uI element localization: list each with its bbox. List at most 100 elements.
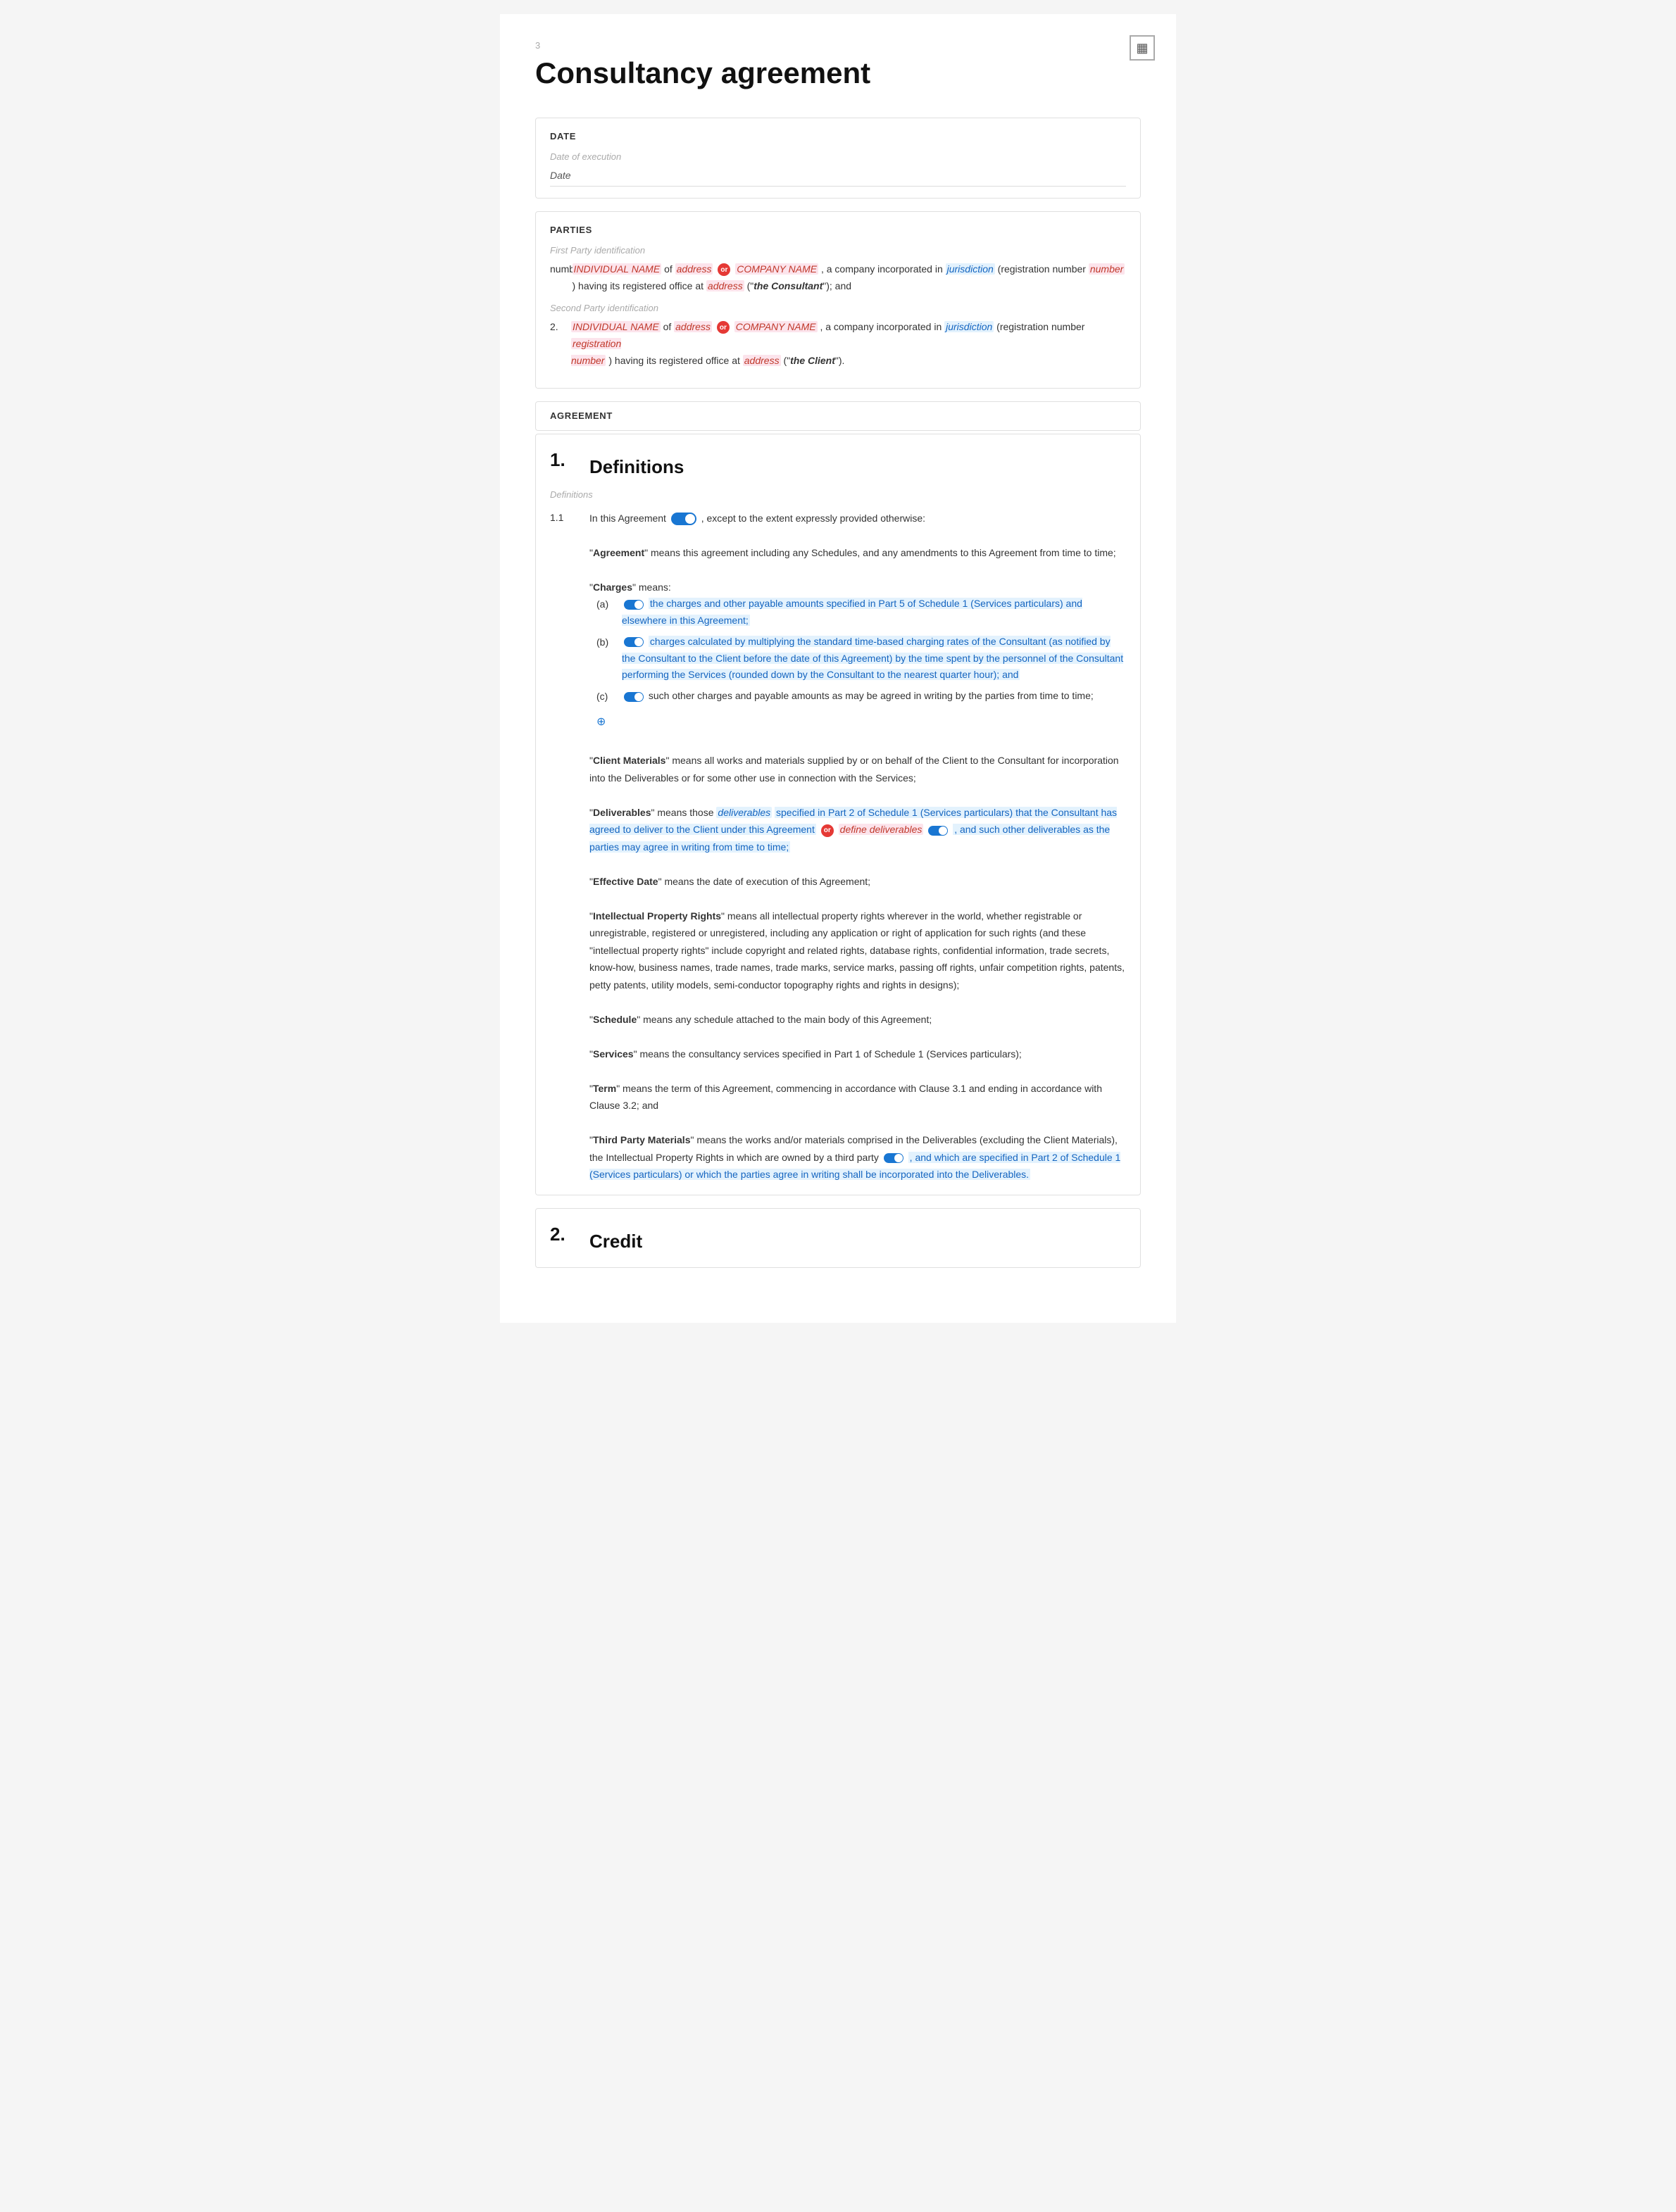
schedule-def: "Schedule" means any schedule attached t…	[589, 1014, 932, 1025]
charge-b: (b) charges calculated by multiplying th…	[596, 634, 1126, 684]
ipr-def: "Intellectual Property Rights" means all…	[589, 910, 1125, 991]
party2-company-text: , a company incorporated in	[820, 321, 944, 332]
charge-c-text: such other charges and payable amounts a…	[649, 690, 1094, 701]
client-materials-label: Client Materials	[593, 755, 665, 766]
party1-jurisdiction: jurisdiction	[946, 263, 995, 275]
section-1-number: 1.	[550, 446, 575, 475]
party1-consultant-text: ("the Consultant"); and	[747, 280, 851, 291]
services-text: means the consultancy services specified…	[639, 1048, 1021, 1060]
party2-having-text: ) having its registered office at	[608, 355, 742, 366]
toggle-charge-b[interactable]	[624, 637, 644, 647]
ipr-text: means all intellectual property rights w…	[589, 910, 1125, 991]
client-materials-def: "Client Materials" means all works and m…	[589, 755, 1119, 784]
agreement-label: AGREEMENT	[550, 409, 1126, 424]
def-main-content: In this Agreement , except to the extent…	[589, 510, 1126, 1183]
party1-of: of	[664, 263, 675, 275]
party1-company-name: COMPANY NAME	[735, 263, 818, 275]
agreement-def-text: means this agreement including any Sched…	[651, 547, 1116, 558]
parties-section: PARTIES First Party identification numbe…	[535, 211, 1141, 388]
services-def: "Services" means the consultancy service…	[589, 1048, 1022, 1060]
party1-having-text: ) having its registered office at	[573, 280, 706, 291]
move-icon-container: ⊕	[596, 710, 1126, 735]
deliverables-def: "Deliverables" means those deliverables …	[589, 807, 1117, 853]
credit-section: 2. Credit	[535, 1208, 1141, 1269]
definition-1-1: 1.1 In this Agreement , except to the ex…	[550, 510, 1126, 1183]
party1-address2: address	[706, 280, 744, 291]
term-def: "Term" means the term of this Agreement,…	[589, 1083, 1102, 1112]
deliverables-label: Deliverables	[593, 807, 651, 818]
deliverables-define: define deliverables	[839, 824, 924, 835]
section-1-header: 1. Definitions	[550, 446, 1126, 488]
toggle-agreement[interactable]	[671, 513, 696, 525]
party-2: 2. INDIVIDUAL NAME of address or COMPANY…	[550, 319, 1126, 369]
def-intro-text: In this Agreement	[589, 513, 666, 524]
deliverables-text1: means those	[657, 807, 716, 818]
charge-a-text: the charges and other payable amounts sp…	[622, 598, 1082, 626]
charge-b-content: charges calculated by multiplying the st…	[622, 634, 1126, 684]
party2-of: of	[663, 321, 675, 332]
party-2-text: INDIVIDUAL NAME of address or COMPANY NA…	[571, 319, 1126, 369]
toggle-charge-a[interactable]	[624, 600, 644, 610]
deliverables-or-badge: or	[821, 824, 834, 837]
definitions-title: Definitions	[589, 453, 684, 482]
def-intro-suffix: , except to the extent expressly provide…	[701, 513, 925, 524]
charge-c-content: such other charges and payable amounts a…	[622, 688, 1094, 705]
toggle-third-party[interactable]	[884, 1153, 903, 1163]
definitions-sublabel: Definitions	[550, 488, 1126, 503]
date-section: DATE Date of execution Date	[535, 118, 1141, 199]
date-field-value: Date	[550, 168, 1126, 187]
charge-c: (c) such other charges and payable amoun…	[596, 688, 1126, 705]
charge-a-label: (a)	[596, 596, 616, 629]
party1-address1: address	[675, 263, 713, 275]
agreement-def: "Agreement" means this agreement includi…	[589, 547, 1116, 558]
doc-icon-button[interactable]: ▦	[1130, 35, 1155, 61]
first-party-label: First Party identification	[550, 244, 1126, 258]
party2-client-text: ("the Client").	[783, 355, 844, 366]
charge-a-content: the charges and other payable amounts sp…	[622, 596, 1126, 629]
party1-reg-text: (registration number	[998, 263, 1089, 275]
party-1-number: number	[550, 261, 573, 295]
page-number: 3	[535, 39, 540, 54]
credit-title: Credit	[589, 1227, 642, 1257]
charge-c-label: (c)	[596, 688, 616, 705]
effective-date-text: means the date of execution of this Agre…	[664, 876, 870, 887]
date-field-label: Date of execution	[550, 150, 1126, 165]
party1-or-badge: or	[718, 263, 730, 276]
doc-icon-symbol: ▦	[1136, 38, 1148, 58]
party2-company-name: COMPANY NAME	[734, 321, 818, 332]
toggle-charge-c[interactable]	[624, 692, 644, 702]
document-page: 3 ▦ Consultancy agreement DATE Date of e…	[500, 14, 1176, 1323]
agreement-def-label: Agreement	[593, 547, 644, 558]
charges-def-text: means:	[639, 582, 671, 593]
move-icon[interactable]: ⊕	[596, 712, 606, 732]
party-1-text: INDIVIDUAL NAME of address or COMPANY NA…	[573, 261, 1127, 295]
party2-reg-text: (registration number	[996, 321, 1084, 332]
schedule-label: Schedule	[593, 1014, 637, 1025]
client-materials-text: means all works and materials supplied b…	[589, 755, 1119, 784]
charge-b-label: (b)	[596, 634, 616, 684]
party1-individual-name: INDIVIDUAL NAME	[573, 263, 662, 275]
deliverables-italic: deliverables	[716, 807, 772, 818]
effective-date-def: "Effective Date" means the date of execu…	[589, 876, 870, 887]
party2-address2: address	[743, 355, 781, 366]
ipr-label: Intellectual Property Rights	[593, 910, 721, 922]
third-party-def: "Third Party Materials" means the works …	[589, 1134, 1120, 1180]
def-num: 1.1	[550, 510, 578, 1183]
second-party-label: Second Party identification	[550, 301, 1126, 316]
credit-number: 2.	[550, 1220, 575, 1250]
charge-b-text: charges calculated by multiplying the st…	[622, 636, 1123, 681]
effective-date-label: Effective Date	[593, 876, 658, 887]
party2-or-badge: or	[717, 321, 730, 334]
charges-def-label: Charges	[593, 582, 632, 593]
term-label: Term	[593, 1083, 616, 1094]
party1-company-text: , a company incorporated in	[821, 263, 946, 275]
date-label: DATE	[550, 130, 1126, 144]
party2-jurisdiction: jurisdiction	[944, 321, 994, 332]
term-text: means the term of this Agreement, commen…	[589, 1083, 1102, 1112]
toggle-deliverables[interactable]	[928, 826, 948, 836]
party-1: number INDIVIDUAL NAME of address or COM…	[550, 261, 1126, 295]
parties-label: PARTIES	[550, 223, 1126, 238]
agreement-section: AGREEMENT	[535, 401, 1141, 432]
party1-number: number	[1089, 263, 1125, 275]
charges-sub-items: (a) the charges and other payable amount…	[589, 596, 1126, 734]
